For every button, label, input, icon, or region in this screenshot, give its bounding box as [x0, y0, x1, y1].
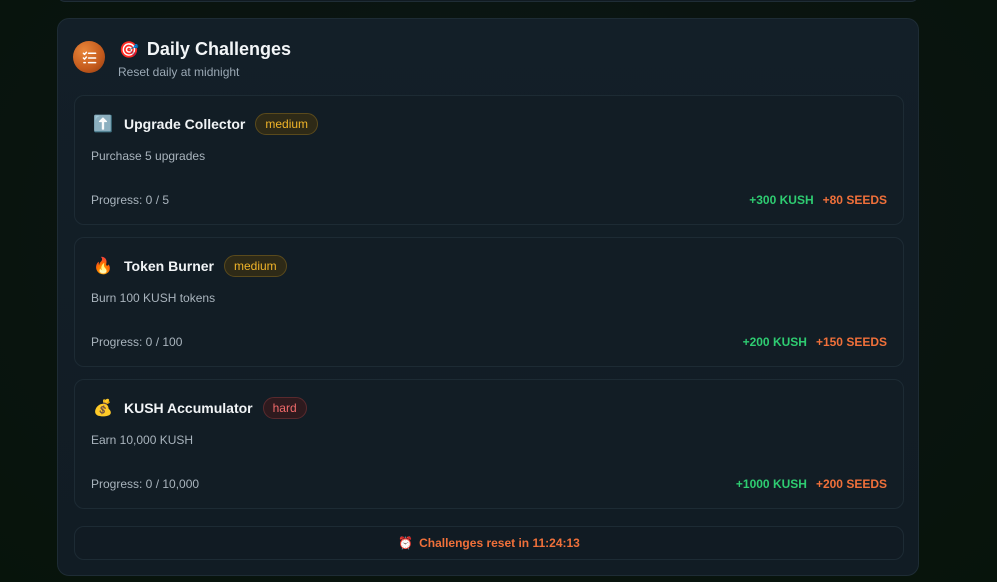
challenge-description: Burn 100 KUSH tokens	[91, 291, 216, 305]
fire-icon: 🔥	[93, 256, 113, 275]
difficulty-badge: hard	[262, 397, 307, 419]
reset-timer-text: Challenges reset in 11:24:13	[419, 536, 580, 550]
challenge-rewards: +1000 KUSH +200 SEEDS	[736, 477, 887, 491]
money-bag-icon: 💰	[93, 398, 113, 417]
alarm-clock-icon: ⏰	[398, 536, 414, 550]
challenge-description: Purchase 5 upgrades	[91, 149, 206, 163]
reset-timer-bar: ⏰ Challenges reset in 11:24:13	[74, 526, 904, 560]
page-subtitle: Reset daily at midnight	[118, 65, 240, 79]
challenge-name: KUSH Accumulator	[124, 400, 253, 416]
page-title: Daily Challenges	[146, 39, 291, 59]
challenge-rewards: +300 KUSH +80 SEEDS	[749, 193, 887, 207]
kush-reward: +1000 KUSH	[735, 477, 807, 491]
kush-reward: +300 KUSH	[749, 193, 814, 207]
difficulty-badge: medium	[255, 113, 319, 135]
seeds-reward: +80 SEEDS	[822, 193, 887, 207]
challenge-card-upgrade-collector[interactable]: ⬆️ Upgrade Collector medium Purchase 5 u…	[74, 95, 904, 225]
kush-reward: +200 KUSH	[742, 335, 807, 349]
seeds-reward: +200 SEEDS	[815, 477, 887, 491]
previous-card	[57, 0, 919, 2]
challenge-description: Earn 10,000 KUSH	[91, 433, 194, 447]
difficulty-badge: medium	[223, 255, 287, 277]
panel-header: 🎯 Daily Challenges	[119, 39, 291, 60]
target-icon: 🎯	[119, 39, 139, 59]
challenge-progress: Progress: 0 / 10,000	[91, 477, 200, 491]
challenge-progress: Progress: 0 / 100	[91, 335, 183, 349]
checklist-icon	[73, 41, 105, 73]
challenge-name: Upgrade Collector	[124, 116, 246, 132]
challenge-progress: Progress: 0 / 5	[91, 193, 170, 207]
challenge-card-token-burner[interactable]: 🔥 Token Burner medium Burn 100 KUSH toke…	[74, 237, 904, 367]
daily-challenges-panel: 🎯 Daily Challenges Reset daily at midnig…	[57, 18, 919, 576]
seeds-reward: +150 SEEDS	[815, 335, 887, 349]
challenge-card-kush-accumulator[interactable]: 💰 KUSH Accumulator hard Earn 10,000 KUSH…	[74, 379, 904, 509]
up-arrow-icon: ⬆️	[93, 114, 113, 133]
challenge-rewards: +200 KUSH +150 SEEDS	[743, 335, 887, 349]
challenge-name: Token Burner	[124, 258, 214, 274]
